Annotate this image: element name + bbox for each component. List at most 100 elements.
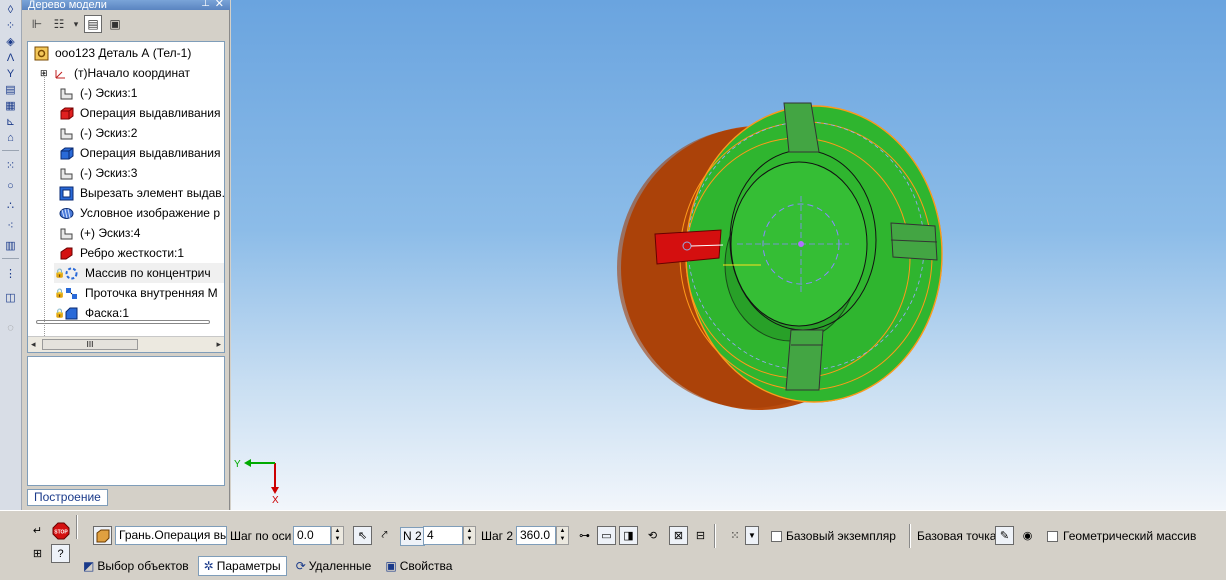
tree-item-thread[interactable]: Условное изображение р xyxy=(58,203,220,223)
n2-input[interactable]: 4 xyxy=(423,526,463,545)
rib-feature[interactable] xyxy=(654,229,722,265)
sketch-icon xyxy=(58,226,75,241)
pattern-icon[interactable]: ⊠ xyxy=(669,526,688,545)
step-mode-icon[interactable]: ⤤ xyxy=(375,526,394,545)
step-axis-stepper[interactable]: ▲ ▼ xyxy=(331,526,344,545)
extrude-icon xyxy=(58,106,75,121)
step-axis-input[interactable]: 0.0 xyxy=(293,526,331,545)
properties-icon: ▣ xyxy=(385,559,397,573)
scroll-right-icon[interactable]: ▸ xyxy=(216,339,221,350)
tab-properties[interactable]: ▣ Свойства xyxy=(380,556,457,576)
model-viewport[interactable]: Y X xyxy=(231,0,1226,510)
n2-label: N 2 xyxy=(400,527,425,546)
step2-input[interactable]: 360.0 xyxy=(516,526,556,545)
face-select-icon[interactable] xyxy=(93,526,112,545)
chevron-down-icon[interactable]: ▾ xyxy=(72,15,80,33)
tree-item-circular-array[interactable]: 🔒 Массив по концентрич xyxy=(54,263,224,283)
tree-item-sketch-4[interactable]: (+) Эскиз:4 xyxy=(58,223,140,243)
axis-x-label: X xyxy=(272,495,279,506)
select-icon: ◩ xyxy=(83,559,95,573)
scroll-left-icon[interactable]: ◂ xyxy=(31,339,36,350)
tree-item-extrude-2[interactable]: Операция выдавливания xyxy=(58,143,220,163)
tree-horizontal-scrollbar[interactable]: ◂ III ▸ xyxy=(28,336,224,352)
curve-tool-icon[interactable]: Λ xyxy=(2,50,19,65)
sheet-tool-icon[interactable]: ⌂ xyxy=(2,130,19,145)
count-mode-icon[interactable]: ◨ xyxy=(619,526,638,545)
points-tool-icon[interactable]: ⁘ xyxy=(2,18,19,33)
tree-structure-icon[interactable]: ⊩ xyxy=(28,15,46,33)
tab-build[interactable]: Построение xyxy=(27,489,108,506)
stop-button[interactable]: STOP xyxy=(51,521,71,541)
mirror-tool-icon[interactable]: ⋮ xyxy=(2,266,19,281)
origin-icon xyxy=(52,66,69,81)
tree-view-icon[interactable]: ▤ xyxy=(84,15,102,33)
tree-settings-icon[interactable]: ▣ xyxy=(106,15,124,33)
cut-extrude-icon xyxy=(58,186,75,201)
close-icon[interactable]: ✕ xyxy=(215,0,224,10)
array-circle-icon[interactable]: ○ xyxy=(2,178,19,193)
sketch-tool-icon[interactable]: ◊ xyxy=(2,2,19,17)
deleted-icon: ⟳ xyxy=(295,559,306,573)
tree-item-sketch-2[interactable]: (-) Эскиз:2 xyxy=(58,123,137,143)
slot-bottom xyxy=(785,329,824,391)
tree-item-sketch-1[interactable]: (-) Эскиз:1 xyxy=(58,83,137,103)
step2-label: Шаг 2 xyxy=(481,529,514,543)
tree-item-origin[interactable]: ⊞ (т)Начало координат xyxy=(40,63,190,83)
spec-tool-icon[interactable]: ▤ xyxy=(2,82,19,97)
tab-parameters[interactable]: ✲ Параметры xyxy=(197,556,287,576)
linear-mode-icon[interactable]: ⊶ xyxy=(575,526,594,545)
pin-icon[interactable]: ⊥ xyxy=(201,0,210,9)
tree-item-extrude-1[interactable]: Операция выдавливания xyxy=(58,103,220,123)
tab-deleted[interactable]: ⟳ Удаленные xyxy=(291,556,377,576)
pattern-table-icon[interactable]: ⊟ xyxy=(691,526,710,545)
tree-item-cut-extrude[interactable]: Вырезать элемент выдав. xyxy=(58,183,224,203)
mirror-body-icon[interactable]: ◫ xyxy=(2,290,19,305)
filter-tool-icon[interactable]: Y xyxy=(2,66,19,81)
base-point-pick-icon[interactable]: ✎ xyxy=(995,526,1014,545)
tree-item-root[interactable]: ооо123 Деталь А (Тел-1) xyxy=(33,43,191,63)
base-instance-checkbox[interactable] xyxy=(771,531,782,542)
tab-select-objects[interactable]: ◩ Выбор объектов xyxy=(78,556,194,576)
expand-icon[interactable]: ⊞ xyxy=(40,68,50,79)
tree-info-area xyxy=(27,356,225,486)
auto-create-icon[interactable]: ⊞ xyxy=(28,544,47,563)
step-axis-label: Шаг по оси xyxy=(230,529,292,543)
face-field[interactable]: Грань.Операция вы xyxy=(115,526,227,545)
tab-label: Свойства xyxy=(399,559,453,573)
tree-item-sketch-3[interactable]: (-) Эскиз:3 xyxy=(58,163,137,183)
tree-end-marker xyxy=(36,320,210,324)
report-tool-icon[interactable]: ▦ xyxy=(2,98,19,113)
tree-item-label: (т)Начало координат xyxy=(74,66,191,80)
tree-item-label: Операция выдавливания xyxy=(80,146,221,160)
step2-stepper[interactable]: ▲ ▼ xyxy=(556,526,569,545)
tree-item-label: Проточка внутренняя М xyxy=(85,286,218,300)
help-icon[interactable]: ? xyxy=(51,544,70,563)
array-table-icon[interactable]: ▥ xyxy=(2,238,19,253)
geometric-array-checkbox[interactable] xyxy=(1047,531,1058,542)
direction-icon[interactable]: ⇖ xyxy=(353,526,372,545)
part-icon xyxy=(33,46,50,61)
n2-stepper[interactable]: ▲ ▼ xyxy=(463,526,476,545)
rib-icon xyxy=(58,246,75,261)
groove-icon xyxy=(63,286,80,301)
array-curve-icon[interactable]: ∴ xyxy=(2,198,19,213)
create-object-icon[interactable]: ↵ xyxy=(28,521,47,540)
array-grid-icon[interactable]: ⁙ xyxy=(2,158,19,173)
tree-item-rib[interactable]: Ребро жесткости:1 xyxy=(58,243,184,263)
chevron-down-icon[interactable]: ▼ xyxy=(745,526,759,545)
lock-icon: 🔒 xyxy=(54,287,66,298)
tree-item-label: Условное изображение р xyxy=(80,206,220,220)
measure-tool-icon[interactable]: ⊾ xyxy=(2,114,19,129)
base-point-options-icon[interactable]: ◉ xyxy=(1018,526,1037,545)
sketch-icon xyxy=(58,126,75,141)
surface-tool-icon[interactable]: ◈ xyxy=(2,34,19,49)
rotate-instances-icon[interactable]: ⟲ xyxy=(643,526,662,545)
scroll-thumb[interactable]: III xyxy=(42,339,138,350)
geometric-array-label: Геометрический массив xyxy=(1063,529,1197,543)
tree-item-groove[interactable]: 🔒 Проточка внутренняя М xyxy=(54,283,218,303)
spread-mode-icon[interactable]: ▭ xyxy=(597,526,616,545)
array-points-icon[interactable]: ⁖ xyxy=(2,218,19,233)
sketch-icon xyxy=(58,86,75,101)
tree-item-label: (-) Эскиз:3 xyxy=(80,166,138,180)
tree-filter-icon[interactable]: ☷ xyxy=(50,15,68,33)
